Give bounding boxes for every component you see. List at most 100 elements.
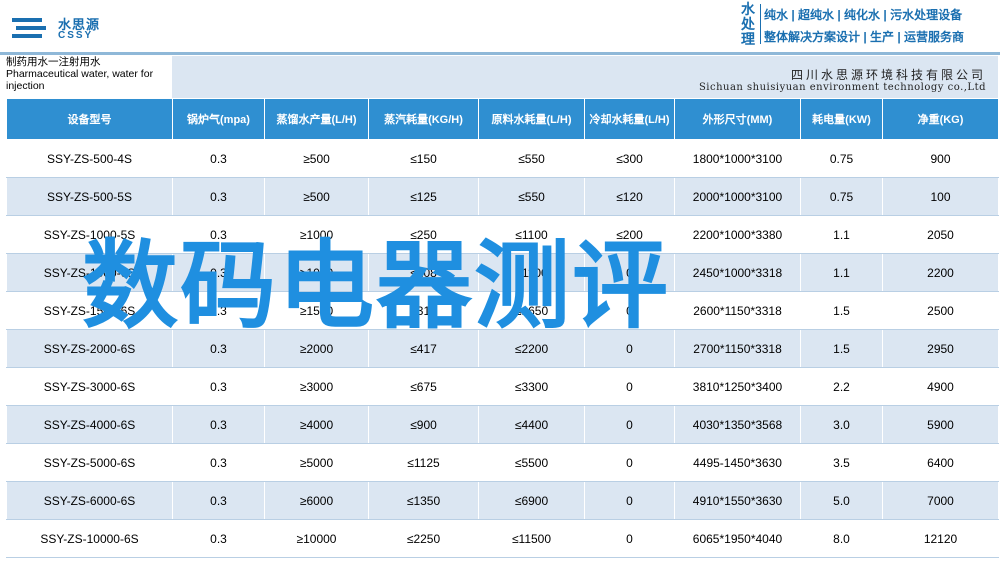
table-row: SSY-ZS-1000-5S 0.3 ≥1000 ≤250 ≤1100 ≤200 2200*…	[6, 215, 999, 254]
table-cell: 100	[882, 177, 999, 216]
table-cell: ≥1500	[264, 291, 369, 330]
table-cell: 3810*1250*3400	[674, 367, 801, 406]
model-cell: SSY-ZS-4000-6S	[6, 405, 173, 444]
table-cell: ≤200	[584, 215, 675, 254]
table-cell: ≥2000	[264, 329, 369, 368]
table-cell: 0.3	[172, 405, 265, 444]
table-cell: 0	[584, 519, 675, 558]
table-cell: 2700*1150*3318	[674, 329, 801, 368]
table-cell: ≥1000	[264, 215, 369, 254]
title-bar: 制药用水一注射用水 Pharmaceutical water, water fo…	[0, 56, 1000, 98]
table-cell: ≥3000	[264, 367, 369, 406]
product-title-cn: 制药用水一注射用水	[6, 56, 101, 68]
table-cell: 0	[584, 329, 675, 368]
table-cell: ≤11500	[478, 519, 585, 558]
table-cell: 0	[584, 291, 675, 330]
table-cell: ≤550	[478, 139, 585, 178]
table-cell: 2450*1000*3318	[674, 253, 801, 292]
table-row: SSY-ZS-5000-6S 0.3 ≥5000 ≤1125 ≤5500 0 4495-14…	[6, 443, 999, 482]
table-row: SSY-ZS-1000-6S 0.3 ≥1000 ≤208 ≤1100 0 2450*100…	[6, 253, 999, 292]
col-header: 锅炉气(mpa)	[172, 98, 265, 140]
table-row: SSY-ZS-2000-6S 0.3 ≥2000 ≤417 ≤2200 0 2700*115…	[6, 329, 999, 368]
table-cell: ≥500	[264, 139, 369, 178]
table-row: SSY-ZS-10000-6S 0.3 ≥10000 ≤2250 ≤11500 0 6065…	[6, 519, 999, 558]
spec-table: 设备型号 锅炉气(mpa) 蒸馏水产量(L/H) 蒸汽耗量(KG/H) 原料水耗…	[6, 98, 999, 558]
table-cell: 0.3	[172, 519, 265, 558]
table-cell: 8.0	[800, 519, 883, 558]
table-cell: ≤4400	[478, 405, 585, 444]
table-cell: 1800*1000*3100	[674, 139, 801, 178]
table-row: SSY-ZS-500-4S 0.3 ≥500 ≤150 ≤550 ≤300 1800*100…	[6, 139, 999, 178]
table-cell: ≤6900	[478, 481, 585, 520]
table-cell: ≤125	[368, 177, 479, 216]
table-cell: 0.3	[172, 253, 265, 292]
table-row: SSY-ZS-1500-6S 0.3 ≥1500 ≤313 ≤1650 0 2600*115…	[6, 291, 999, 330]
table-cell: 3.5	[800, 443, 883, 482]
table-cell: ≤1650	[478, 291, 585, 330]
table-cell: 2500	[882, 291, 999, 330]
brand-slogan: 水处理 纯水 | 超纯水 | 纯化水 | 污水处理设备 整体解决方案设计 | 生…	[734, 0, 1000, 48]
brand-vertical-text: 水处理	[741, 1, 755, 47]
col-header: 耗电量(KW)	[800, 98, 883, 140]
table-cell: 0	[584, 367, 675, 406]
table-cell: 2200*1000*3380	[674, 215, 801, 254]
table-cell: 0.75	[800, 177, 883, 216]
table-cell: ≤150	[368, 139, 479, 178]
table-cell: ≥6000	[264, 481, 369, 520]
model-cell: SSY-ZS-500-4S	[6, 139, 173, 178]
table-cell: 1.5	[800, 291, 883, 330]
table-cell: 2000*1000*3100	[674, 177, 801, 216]
table-cell: ≥1000	[264, 253, 369, 292]
table-cell: ≥4000	[264, 405, 369, 444]
table-row: SSY-ZS-6000-6S 0.3 ≥6000 ≤1350 ≤6900 0 4910*15…	[6, 481, 999, 520]
table-header-row: 设备型号 锅炉气(mpa) 蒸馏水产量(L/H) 蒸汽耗量(KG/H) 原料水耗…	[6, 98, 999, 140]
table-cell: 4900	[882, 367, 999, 406]
table-cell: ≤120	[584, 177, 675, 216]
table-cell: 5.0	[800, 481, 883, 520]
table-cell: ≥5000	[264, 443, 369, 482]
table-cell: 4495-1450*3630	[674, 443, 801, 482]
table-cell: 4030*1350*3568	[674, 405, 801, 444]
table-cell: 0.3	[172, 367, 265, 406]
table-cell: 0	[584, 253, 675, 292]
table-cell: ≤1350	[368, 481, 479, 520]
col-header: 蒸汽耗量(KG/H)	[368, 98, 479, 140]
table-cell: 0.3	[172, 329, 265, 368]
table-cell: 2.2	[800, 367, 883, 406]
table-cell: ≥500	[264, 177, 369, 216]
table-cell: ≤3300	[478, 367, 585, 406]
table-cell: 0	[584, 481, 675, 520]
table-cell: 1.1	[800, 253, 883, 292]
table-cell: 7000	[882, 481, 999, 520]
table-cell: 12120	[882, 519, 999, 558]
model-cell: SSY-ZS-1000-5S	[6, 215, 173, 254]
col-header: 净重(KG)	[882, 98, 999, 140]
table-cell: 2050	[882, 215, 999, 254]
table-cell: ≤1100	[478, 215, 585, 254]
table-cell: 0.75	[800, 139, 883, 178]
table-cell: 0.3	[172, 177, 265, 216]
table-cell: ≥10000	[264, 519, 369, 558]
logo-mark-icon	[12, 18, 46, 38]
table-cell: ≤675	[368, 367, 479, 406]
col-header: 冷却水耗量(L/H)	[584, 98, 675, 140]
company-info: 四川水思源环境科技有限公司 Sichuan shuisiyuan environ…	[172, 56, 998, 98]
table-cell: 1.1	[800, 215, 883, 254]
company-name-en: Sichuan shuisiyuan environment technolog…	[698, 82, 986, 93]
table-cell: ≤208	[368, 253, 479, 292]
table-cell: ≤5500	[478, 443, 585, 482]
table-cell: ≤1125	[368, 443, 479, 482]
product-title-en-1: Pharmaceutical water, water for	[6, 68, 154, 80]
col-header: 外形尺寸(MM)	[674, 98, 801, 140]
page-header: 水思源 CSSY 水处理 纯水 | 超纯水 | 纯化水 | 污水处理设备 整体解…	[0, 0, 1000, 56]
table-cell: ≤2200	[478, 329, 585, 368]
model-cell: SSY-ZS-3000-6S	[6, 367, 173, 406]
product-title-en-2: injection	[6, 80, 45, 92]
table-cell: 0	[584, 405, 675, 444]
table-cell: ≤300	[584, 139, 675, 178]
table-cell: ≤250	[368, 215, 479, 254]
table-cell: ≤550	[478, 177, 585, 216]
table-cell: ≤2250	[368, 519, 479, 558]
table-cell: 0.3	[172, 139, 265, 178]
table-cell: 1.5	[800, 329, 883, 368]
